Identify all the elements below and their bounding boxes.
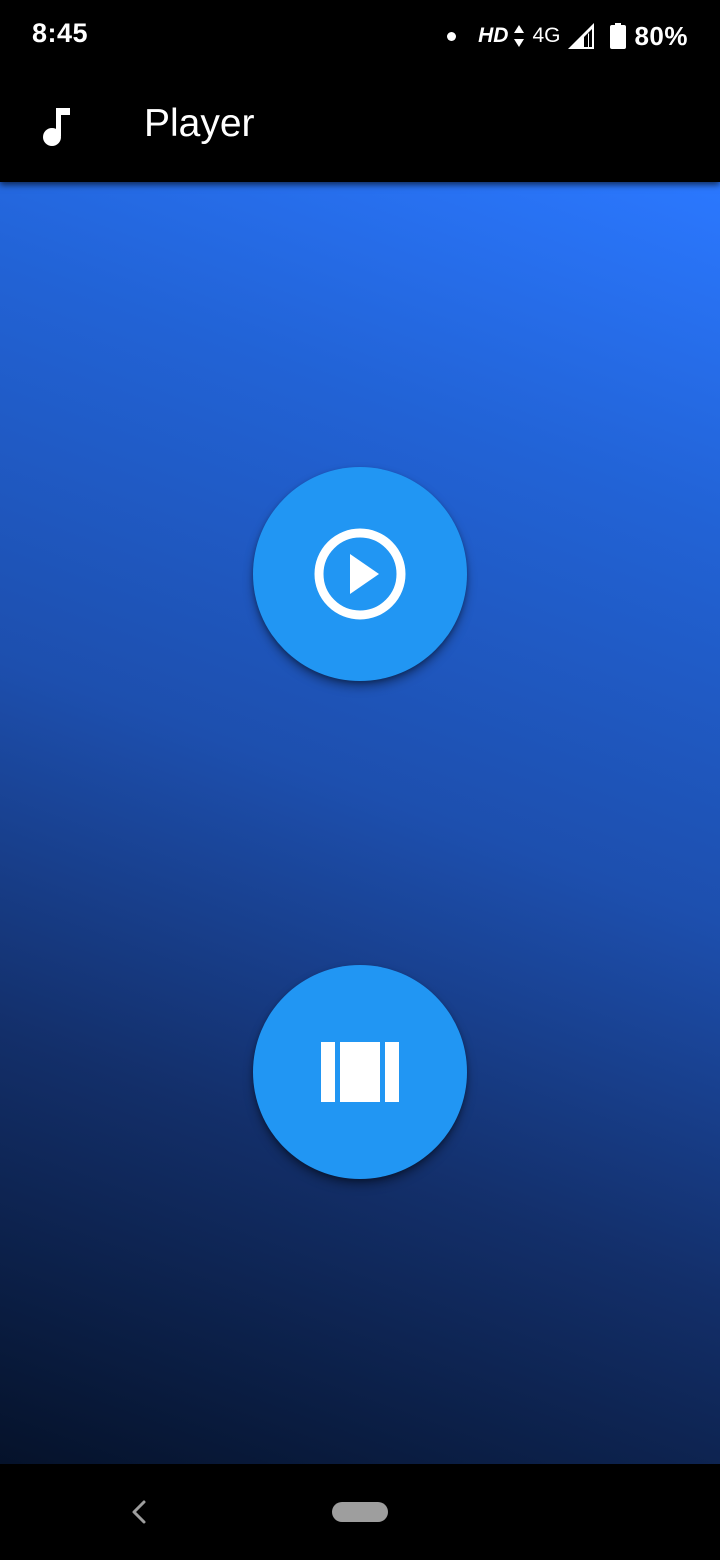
screen: 8:45 HD 4G 80% Player: [0, 0, 720, 1560]
back-chevron-icon[interactable]: [126, 1498, 152, 1526]
signal-icon: [568, 23, 595, 49]
status-icons: HD 4G 80%: [447, 18, 688, 54]
battery-icon: [610, 23, 627, 49]
play-button[interactable]: [253, 467, 467, 681]
hd-label: HD: [478, 24, 509, 47]
status-bar: 8:45 HD 4G 80%: [0, 0, 720, 72]
play-circle-icon: [314, 528, 406, 620]
player-content: [0, 182, 720, 1464]
battery-percent: 80%: [634, 20, 688, 51]
navigation-bar: [0, 1464, 720, 1560]
status-time: 8:45: [32, 18, 89, 48]
home-pill[interactable]: [332, 1502, 388, 1522]
data-arrows-icon: [514, 25, 525, 47]
network-type: 4G: [532, 24, 561, 47]
stop-bars-icon: [321, 1042, 399, 1102]
music-note-icon: [43, 108, 70, 146]
app-bar: Player: [0, 72, 720, 182]
page-title: Player: [144, 102, 255, 145]
stop-button[interactable]: [253, 965, 467, 1179]
notification-dot-icon: [447, 31, 457, 41]
